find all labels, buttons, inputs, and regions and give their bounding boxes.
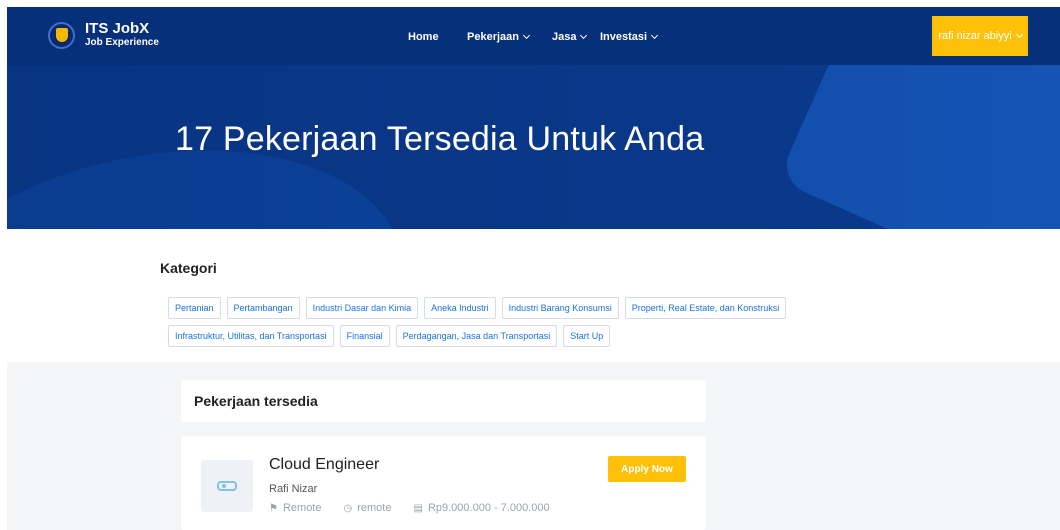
brand-title: ITS JobX: [85, 20, 150, 37]
page-title: 17 Pekerjaan Tersedia Untuk Anda: [175, 120, 705, 158]
nav-pekerjaan-label: Pekerjaan: [467, 31, 519, 43]
kategori-chip[interactable]: Pertambangan: [226, 297, 300, 319]
kategori-chip[interactable]: Pertanian: [168, 297, 221, 319]
nav-home[interactable]: Home: [408, 31, 439, 43]
job-company: Rafi Nizar: [269, 483, 318, 495]
kategori-chip[interactable]: Finansial: [339, 325, 390, 347]
user-name: rafi nizar abiyyi: [938, 30, 1012, 42]
nav-home-label: Home: [408, 31, 439, 43]
brand[interactable]: ITS JobX Job Experience: [48, 21, 159, 49]
job-type: remote: [357, 502, 392, 514]
apply-now-button[interactable]: Apply Now: [608, 456, 686, 482]
clock-icon: ◷: [343, 502, 353, 514]
nav-investasi-label: Investasi: [600, 31, 648, 43]
chevron-down-icon: [522, 31, 531, 40]
money-icon: ▤: [413, 502, 423, 514]
nav-pekerjaan[interactable]: Pekerjaan: [467, 31, 531, 43]
company-logo-icon: [201, 460, 253, 512]
brand-subtitle: Job Experience: [85, 37, 159, 48]
user-menu-button[interactable]: rafi nizar abiyyi: [932, 16, 1028, 56]
nav-jasa-label: Jasa: [552, 31, 577, 43]
jobs-section-title: Pekerjaan tersedia: [194, 393, 318, 409]
kategori-heading: Kategori: [160, 260, 217, 276]
kategori-chip[interactable]: Aneka Industri: [424, 297, 496, 319]
its-logo-icon: [48, 21, 75, 49]
kategori-chip[interactable]: Industri Dasar dan Kimia: [305, 297, 419, 319]
chevron-down-icon: [580, 31, 588, 40]
job-card[interactable]: Cloud Engineer Rafi Nizar ⚑ Remote ◷ rem…: [181, 436, 706, 530]
kategori-chip-list: Pertanian Pertambangan Industri Dasar da…: [168, 297, 858, 347]
job-location: Remote: [282, 502, 322, 514]
location-pin-icon: ⚑: [269, 502, 278, 514]
kategori-chip[interactable]: Properti, Real Estate, dan Konstruksi: [624, 297, 787, 319]
job-title[interactable]: Cloud Engineer: [269, 456, 379, 474]
nav-jasa[interactable]: Jasa: [552, 31, 588, 43]
job-meta: ⚑ Remote ◷ remote ▤ Rp9.000.000 - 7.000.…: [269, 502, 572, 514]
kategori-chip[interactable]: Infrastruktur, Utilitas, dan Transportas…: [168, 325, 334, 347]
chevron-down-icon: [1015, 30, 1023, 39]
hero-banner: ITS JobX Job Experience Home Pekerjaan J…: [7, 7, 1060, 229]
kategori-chip[interactable]: Start Up: [563, 325, 611, 347]
kategori-chip[interactable]: Perdagangan, Jasa dan Transportasi: [395, 325, 558, 347]
navbar: ITS JobX Job Experience Home Pekerjaan J…: [7, 7, 1060, 65]
job-salary: Rp9.000.000 - 7.000.000: [427, 502, 550, 514]
jobs-header-card: Pekerjaan tersedia: [181, 380, 706, 422]
kategori-chip[interactable]: Industri Barang Konsumsi: [501, 297, 619, 319]
chevron-down-icon: [651, 31, 659, 40]
nav-investasi[interactable]: Investasi: [600, 31, 659, 43]
